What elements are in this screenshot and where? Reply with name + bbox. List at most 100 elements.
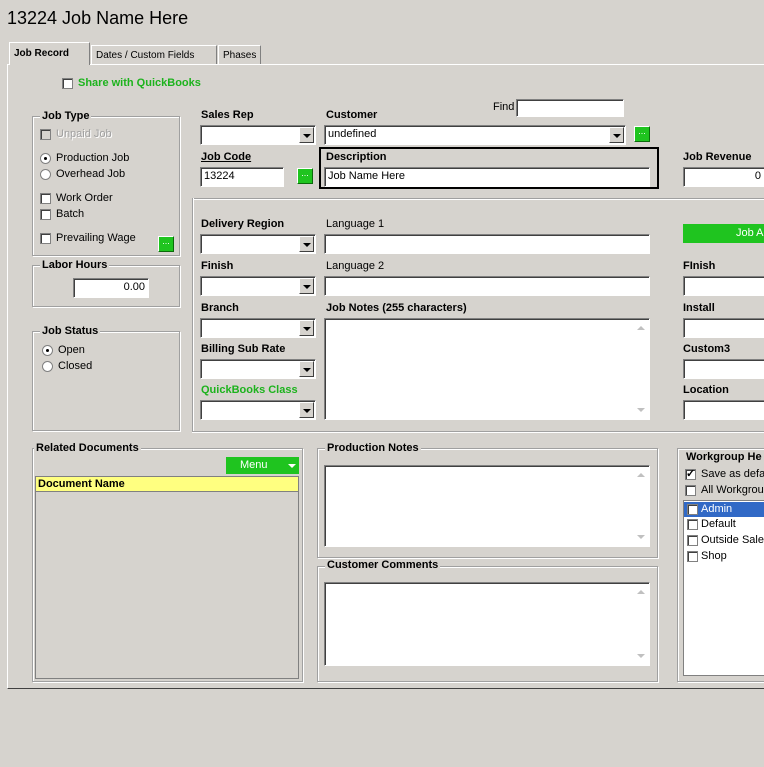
install-label: Install (683, 302, 715, 314)
job-code-field[interactable]: 13224 (200, 167, 284, 187)
tab-phases[interactable]: Phases (218, 45, 261, 64)
production-job-radio[interactable] (40, 153, 51, 164)
tab-job-record[interactable]: Job Record (9, 42, 90, 65)
job-status-open-radio[interactable] (42, 345, 53, 356)
production-notes-textarea[interactable] (324, 465, 650, 547)
middle-divider-bottom (192, 431, 764, 433)
middle-divider-top (192, 198, 764, 200)
window-title: 13224 Job Name Here (7, 8, 189, 28)
language2-field[interactable] (324, 276, 650, 296)
workgroup-item[interactable]: Default (701, 518, 736, 530)
tab-dates-custom-fields[interactable]: Dates / Custom Fields (91, 45, 217, 64)
workgroup-default-checkbox[interactable] (687, 519, 698, 530)
production-notes-scrollbar[interactable] (633, 467, 648, 545)
prevailing-wage-checkbox[interactable] (40, 233, 51, 244)
job-status-open-label[interactable]: Open (58, 344, 85, 356)
finish-dropdown[interactable] (200, 276, 316, 296)
job-status-closed-label[interactable]: Closed (58, 360, 92, 372)
customer-comments-scrollbar[interactable] (633, 584, 648, 664)
customer-lookup-button[interactable]: ... (634, 126, 650, 142)
install-field[interactable] (683, 318, 764, 338)
job-status-closed-radio[interactable] (42, 361, 53, 372)
caret-down-icon (288, 464, 296, 468)
billing-sub-rate-dropdown[interactable] (200, 359, 316, 379)
all-workgroups-label[interactable]: All Workgrou (701, 484, 764, 496)
sales-rep-dropdown[interactable] (200, 125, 316, 145)
batch-checkbox[interactable] (40, 209, 51, 220)
scroll-up-icon[interactable] (637, 473, 645, 477)
workgroup-item[interactable]: Shop (701, 550, 727, 562)
job-code-lookup-button[interactable]: ... (297, 168, 313, 184)
find-label: Find (493, 101, 515, 113)
overhead-job-radio[interactable] (40, 169, 51, 180)
chevron-down-icon[interactable] (299, 236, 314, 252)
chevron-down-icon[interactable] (299, 127, 314, 143)
job-revenue-label: Job Revenue (683, 151, 752, 163)
labor-hours-field[interactable]: 0.00 (73, 278, 149, 298)
job-a-button[interactable]: Job A (683, 224, 764, 243)
customer-dropdown[interactable]: undefined (324, 125, 626, 145)
job-notes-label: Job Notes (255 characters) (326, 302, 467, 314)
production-notes-title: Production Notes (325, 442, 421, 454)
right-finish-field[interactable] (683, 276, 764, 296)
all-workgroups-checkbox[interactable] (685, 485, 696, 496)
prevailing-wage-ellipsis-button[interactable]: ... (158, 236, 174, 252)
prevailing-wage-label[interactable]: Prevailing Wage (56, 232, 136, 244)
quickbooks-class-dropdown[interactable] (200, 400, 316, 420)
language1-label: Language 1 (326, 218, 385, 230)
overhead-job-label[interactable]: Overhead Job (56, 168, 125, 180)
delivery-region-label: Delivery Region (201, 218, 285, 230)
related-documents-list[interactable] (35, 476, 299, 679)
scroll-down-icon[interactable] (637, 408, 645, 412)
job-notes-textarea[interactable] (324, 318, 650, 420)
chevron-down-icon[interactable] (299, 320, 314, 336)
description-field[interactable]: Job Name Here (324, 167, 650, 187)
related-documents-menu-button[interactable]: Menu (226, 457, 299, 474)
workgroup-list[interactable]: Admin Default Outside Sale Shop (683, 500, 764, 676)
scroll-up-icon[interactable] (637, 590, 645, 594)
find-input[interactable] (516, 99, 624, 117)
workgroup-admin-checkbox[interactable] (687, 504, 698, 515)
share-quickbooks-label: Share with QuickBooks (78, 77, 201, 89)
production-job-label[interactable]: Production Job (56, 152, 129, 164)
labor-hours-title: Labor Hours (40, 259, 110, 271)
job-status-title: Job Status (40, 325, 101, 337)
branch-label: Branch (201, 302, 239, 314)
scroll-up-icon[interactable] (637, 326, 645, 330)
document-name-column-header[interactable]: Document Name (36, 477, 298, 492)
language2-label: Language 2 (326, 260, 385, 272)
chevron-down-icon[interactable] (299, 402, 314, 418)
customer-comments-textarea[interactable] (324, 582, 650, 666)
scroll-down-icon[interactable] (637, 654, 645, 658)
branch-dropdown[interactable] (200, 318, 316, 338)
batch-label[interactable]: Batch (56, 208, 84, 220)
custom3-label: Custom3 (683, 343, 731, 355)
job-revenue-field[interactable]: 0 (683, 167, 764, 187)
location-field[interactable] (683, 400, 764, 420)
work-order-label[interactable]: Work Order (56, 192, 113, 204)
language1-field[interactable] (324, 234, 650, 254)
job-code-label: Job Code (201, 151, 252, 163)
chevron-down-icon[interactable] (299, 278, 314, 294)
customer-label: Customer (326, 109, 378, 121)
workgroup-outside-sales-checkbox[interactable] (687, 535, 698, 546)
share-quickbooks-checkbox[interactable] (62, 78, 73, 89)
custom3-field[interactable] (683, 359, 764, 379)
sales-rep-label: Sales Rep (201, 109, 254, 121)
chevron-down-icon[interactable] (299, 361, 314, 377)
save-as-default-checkbox[interactable] (685, 467, 696, 480)
right-finish-label: FInish (683, 260, 716, 272)
workgroup-item[interactable]: Outside Sale (701, 534, 764, 546)
finish-label: Finish (201, 260, 234, 272)
workgroup-shop-checkbox[interactable] (687, 551, 698, 562)
chevron-down-icon[interactable] (609, 127, 624, 143)
middle-divider-left (192, 198, 194, 432)
related-documents-title: Related Documents (34, 442, 141, 454)
save-as-default-label[interactable]: Save as defa (701, 468, 764, 480)
work-order-checkbox[interactable] (40, 193, 51, 204)
scroll-down-icon[interactable] (637, 535, 645, 539)
workgroup-title: Workgroup He (686, 451, 762, 463)
job-notes-scrollbar[interactable] (633, 320, 648, 418)
delivery-region-dropdown[interactable] (200, 234, 316, 254)
workgroup-item[interactable]: Admin (701, 503, 732, 515)
